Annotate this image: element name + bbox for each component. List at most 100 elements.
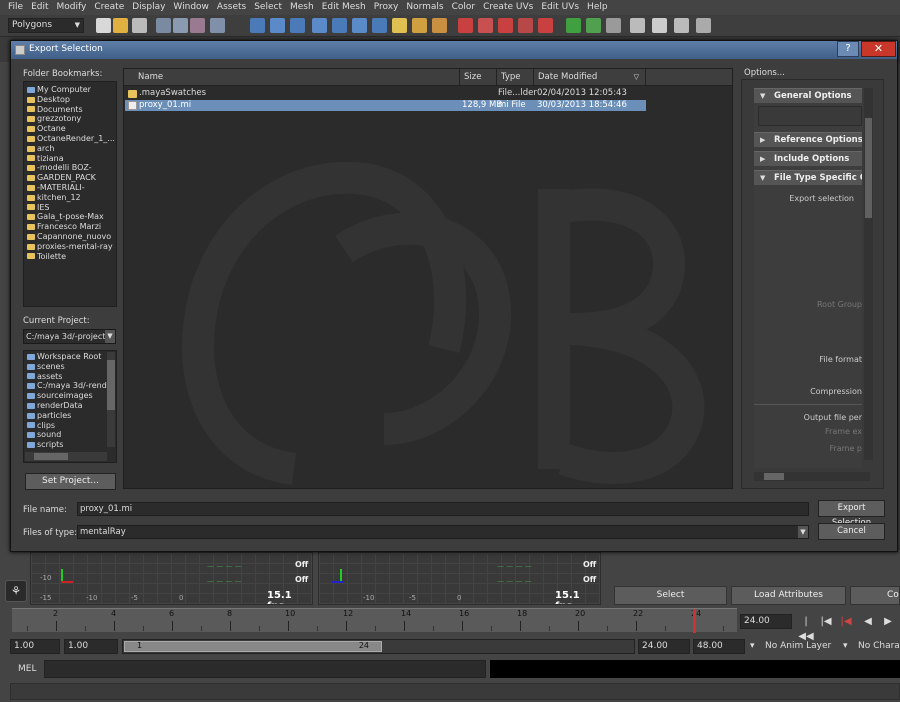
menu-create[interactable]: Create [92,0,130,15]
select-component-icon[interactable] [190,18,205,33]
render-view-icon[interactable] [538,18,553,33]
menu-mesh[interactable]: Mesh [288,0,320,15]
close-button[interactable]: ✕ [861,41,896,57]
tool-settings-icon[interactable] [606,18,621,33]
file-name-input[interactable]: proxy_01.mi [77,502,809,516]
play-backwards-icon[interactable]: ◀ [860,614,876,629]
help-line-icon[interactable] [392,18,407,33]
chevron-down-icon[interactable]: ▾ [843,639,848,654]
open-scene-icon[interactable] [113,18,128,33]
bookmark-item[interactable]: Gala_t-pose-Max [27,212,116,222]
menu-create-uvs[interactable]: Create UVs [481,0,539,15]
select-object-icon[interactable] [173,18,188,33]
start-time-field[interactable]: 1.00 [10,639,60,654]
workspace-item[interactable]: C:/maya 3d/-rende [27,381,116,391]
show-modeling-toolkit-icon[interactable] [566,18,581,33]
menu-display[interactable]: Display [130,0,171,15]
workspace-item[interactable]: particles [27,411,116,421]
time-slider[interactable]: 2 4 6 8 10 12 14 16 18 20 22 24 [12,608,737,633]
general-options-frame[interactable]: ▼ General Options [754,88,862,103]
select-hierarchy-icon[interactable] [156,18,171,33]
bookmark-item[interactable]: Toilette [27,252,116,262]
snap-live-icon[interactable] [332,18,347,33]
bookmark-item[interactable]: -modelli BOZ- [27,163,116,173]
step-back-key-icon[interactable]: |◀ [818,614,834,629]
chevron-down-icon[interactable]: ▾ [750,639,755,654]
bookmark-item[interactable]: Octane [27,124,116,134]
end-time-field[interactable]: 48.00 [693,639,745,654]
menu-set-select[interactable]: Polygons ▼ [8,18,84,33]
bookmark-item[interactable]: arch [27,144,116,154]
graph-editor-icon[interactable] [696,18,711,33]
go-to-start-icon[interactable]: |◀◀ [798,614,814,642]
horizontal-scrollbar[interactable] [754,472,870,481]
column-header-date[interactable]: Date Modified ▽ [534,69,646,86]
bookmark-item[interactable]: Documents [27,105,116,115]
copy-tab-button[interactable]: Co [850,586,900,605]
menu-edit-uvs[interactable]: Edit UVs [539,0,585,15]
render-icon[interactable] [458,18,473,33]
outliner-icon[interactable] [674,18,689,33]
snap-grid-icon[interactable] [250,18,265,33]
menu-assets[interactable]: Assets [215,0,252,15]
snap-plane-icon[interactable] [312,18,327,33]
bookmark-item[interactable]: Francesco Marzi [27,222,116,232]
bookmark-item[interactable]: IES [27,203,116,213]
workspace-item[interactable]: scripts [27,440,116,450]
current-frame-field[interactable]: 24.00 [740,614,792,629]
save-scene-icon[interactable] [132,18,147,33]
snap-point-icon[interactable] [290,18,305,33]
current-time-marker[interactable] [693,609,696,633]
help-button[interactable]: ? [837,41,859,57]
workspace-tree[interactable]: Workspace Root scenes assets C:/maya 3d/-re… [23,350,117,463]
column-header-name[interactable]: Name [124,69,460,86]
menu-proxy[interactable]: Proxy [372,0,405,15]
file-row[interactable]: .mayaSwatches File...lder 02/04/2013 12:… [125,88,646,99]
vertical-scrollbar[interactable] [864,88,873,460]
menu-edit[interactable]: Edit [29,0,54,15]
anim-layer-select[interactable]: No Anim Layer [765,639,831,654]
range-end-field[interactable]: 24.00 [638,639,690,654]
menu-normals[interactable]: Normals [404,0,449,15]
file-type-specific-frame[interactable]: ▼ File Type Specific O [754,170,862,185]
command-line-input[interactable] [44,660,486,678]
range-slider[interactable]: 1 24 [122,639,635,654]
workspace-item[interactable]: scenes [27,362,116,372]
dialog-titlebar[interactable]: Export Selection ? ✕ [11,41,897,59]
bookmark-item[interactable]: OctaneRender_1_... [27,134,116,144]
workspace-item[interactable]: renderData [27,401,116,411]
vertical-scrollbar[interactable] [107,352,115,447]
export-selection-button[interactable]: Export Selection [818,500,885,528]
bookmark-item[interactable]: Capannone_nuovo [27,232,116,242]
menu-file[interactable]: File [6,0,29,15]
bookmark-item[interactable]: tiziana [27,154,116,164]
menu-edit-mesh[interactable]: Edit Mesh [320,0,372,15]
ipr-render-icon[interactable] [478,18,493,33]
input-output-icon[interactable] [432,18,447,33]
menu-help[interactable]: Help [585,0,614,15]
bookmark-item[interactable]: proxies-mental-ray [27,242,116,252]
column-header-type[interactable]: Type [497,69,534,86]
bookmark-item[interactable]: kitchen_12 [27,193,116,203]
current-project-select[interactable]: C:/maya 3d/-project ▼ [23,329,116,344]
bookmark-item[interactable]: My Computer [27,85,116,95]
new-scene-icon[interactable] [96,18,111,33]
reference-options-frame[interactable]: ▶ Reference Options [754,132,862,147]
channel-box-icon[interactable] [630,18,645,33]
range-slider-handle[interactable]: 1 24 [124,641,382,652]
files-of-type-select[interactable]: mentalRay ▼ [77,525,809,539]
cancel-button[interactable]: Cancel [818,523,885,540]
column-header-size[interactable]: Size [460,69,497,86]
set-project-button[interactable]: Set Project... [25,473,116,490]
lock-icon[interactable] [412,18,427,33]
bookmark-item[interactable]: Desktop [27,95,116,105]
file-list[interactable]: Name Size Type Date Modified ▽ .mayaSwat… [123,68,733,489]
layer-editor-icon[interactable] [652,18,667,33]
bookmark-item[interactable]: -MATERIALI- [27,183,116,193]
load-attributes-button[interactable]: Load Attributes [731,586,846,605]
character-set-select[interactable]: No Characte [858,639,900,654]
folder-bookmarks-list[interactable]: My Computer Desktop Documents grezzotony Oct… [23,81,117,307]
workspace-item[interactable]: assets [27,372,116,382]
workspace-item[interactable]: sound [27,430,116,440]
snap-curve-icon[interactable] [270,18,285,33]
